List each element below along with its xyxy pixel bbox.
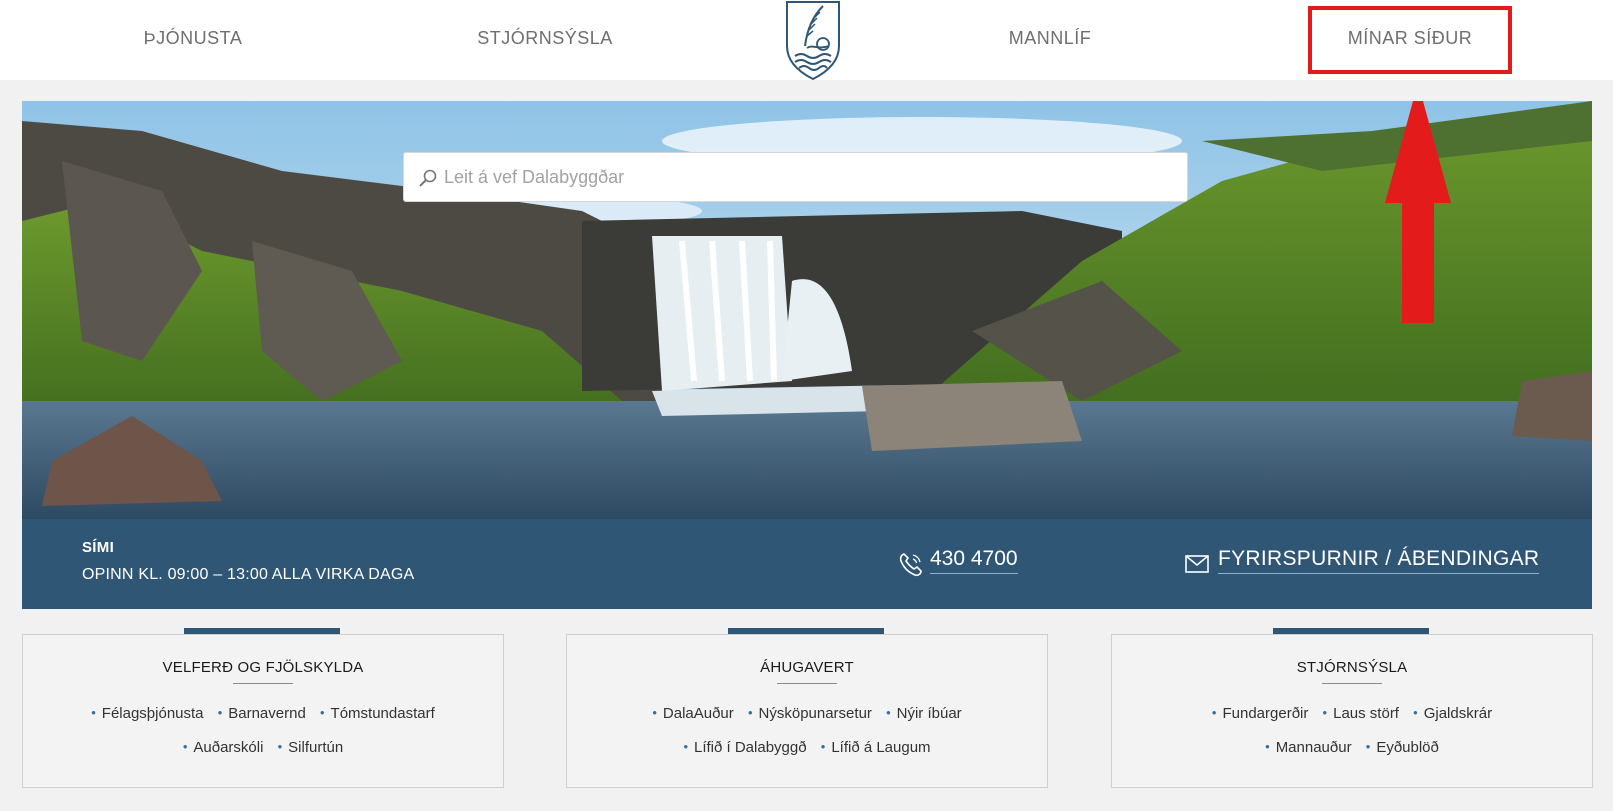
card-title: VELFERÐ OG FJÖLSKYLDA — [162, 659, 364, 676]
link-laus-storf[interactable]: Laus störf — [1323, 705, 1399, 722]
phone-title: SÍMI — [82, 539, 115, 556]
coat-of-arms-icon[interactable] — [783, 0, 843, 82]
card-title: ÁHUGAVERT — [760, 659, 854, 676]
link-dalaaudur[interactable]: DalaAuður — [652, 705, 734, 722]
phone-number-link[interactable]: 430 4700 — [930, 547, 1018, 574]
phone-icon — [899, 553, 922, 577]
link-lifid-a-laugum[interactable]: Lífið á Laugum — [821, 739, 930, 756]
card-divider — [1322, 683, 1382, 684]
up-arrow-icon — [1385, 101, 1451, 323]
card-link-row: DalaAuður Nýsköpunarsetur Nýir íbúar — [567, 705, 1047, 722]
card-title: STJÓRNSÝSLA — [1296, 659, 1408, 676]
highlight-annotation — [1308, 6, 1512, 74]
link-lifid-i-dalabyggd[interactable]: Lífið í Dalabyggð — [683, 739, 807, 756]
link-silfurtun[interactable]: Silfurtún — [278, 739, 343, 756]
link-barnavernd[interactable]: Barnavernd — [218, 705, 306, 722]
top-navigation: ÞJÓNUSTA STJÓRNSÝSLA MANNLÍF MÍNAR SÍÐUR — [0, 0, 1613, 82]
card-link-row: Mannauður Eyðublöð — [1112, 739, 1592, 756]
link-nyir-ibuar[interactable]: Nýir íbúar — [886, 705, 962, 722]
card-velferd: VELFERÐ OG FJÖLSKYLDA Félagsþjónusta Bar… — [22, 634, 504, 788]
link-felagsthjonusta[interactable]: Félagsþjónusta — [91, 705, 204, 722]
hero-image — [22, 101, 1592, 519]
link-tomstundastarf[interactable]: Tómstundastarf — [320, 705, 435, 722]
contact-info-bar: SÍMI OPINN KL. 09:00 – 13:00 ALLA VIRKA … — [22, 519, 1592, 609]
link-eydublod[interactable]: Eyðublöð — [1366, 739, 1439, 756]
link-nyskopunarsetur[interactable]: Nýsköpunarsetur — [748, 705, 872, 722]
card-link-row: Fundargerðir Laus störf Gjaldskrár — [1112, 705, 1592, 722]
mail-icon — [1185, 555, 1209, 573]
inquiries-link[interactable]: FYRIRSPURNIR / ÁBENDINGAR — [1218, 547, 1540, 574]
link-fundargerdir[interactable]: Fundargerðir — [1212, 705, 1308, 722]
link-gjaldskrar[interactable]: Gjaldskrár — [1413, 705, 1492, 722]
opening-hours: OPINN KL. 09:00 – 13:00 ALLA VIRKA DAGA — [82, 566, 415, 583]
card-stjornsysla: STJÓRNSÝSLA Fundargerðir Laus störf Gjal… — [1111, 634, 1593, 788]
card-divider — [233, 683, 293, 684]
search-bar[interactable] — [403, 152, 1188, 202]
nav-item-mannlif[interactable]: MANNLÍF — [985, 28, 1115, 56]
search-input[interactable] — [444, 153, 1174, 201]
card-link-row: Félagsþjónusta Barnavernd Tómstundastarf — [23, 705, 503, 722]
link-audarskoli[interactable]: Auðarskóli — [183, 739, 263, 756]
link-mannaudur[interactable]: Mannauður — [1265, 739, 1352, 756]
nav-item-thjonusta[interactable]: ÞJÓNUSTA — [118, 28, 268, 56]
card-divider — [777, 683, 837, 684]
card-ahugavert: ÁHUGAVERT DalaAuður Nýsköpunarsetur Nýir… — [566, 634, 1048, 788]
card-link-row: Auðarskóli Silfurtún — [23, 739, 503, 756]
card-link-row: Lífið í Dalabyggð Lífið á Laugum — [567, 739, 1047, 756]
nav-item-stjornsysla[interactable]: STJÓRNSÝSLA — [465, 28, 625, 56]
search-icon — [419, 169, 437, 187]
